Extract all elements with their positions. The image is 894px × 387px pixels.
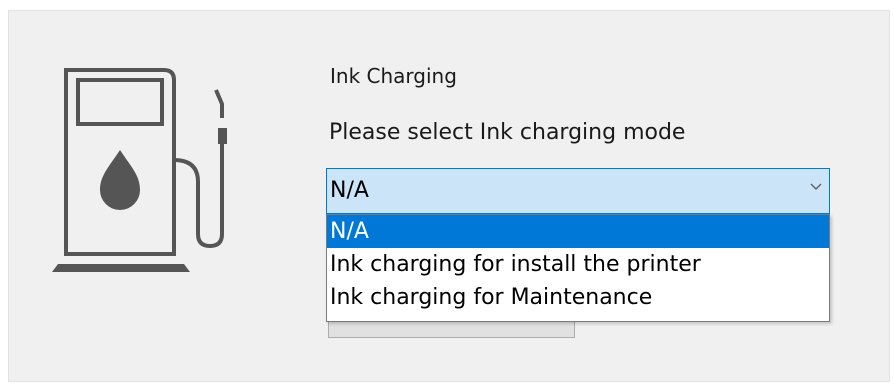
option-install-printer[interactable]: Ink charging for install the printer <box>327 248 829 281</box>
charging-mode-dropdown-list: N/A Ink charging for install the printer… <box>326 214 830 322</box>
mode-select-label: Please select Ink charging mode <box>329 120 686 145</box>
option-maintenance[interactable]: Ink charging for Maintenance <box>327 281 829 314</box>
chevron-down-icon[interactable] <box>809 179 823 193</box>
fuel-pump-icon <box>52 68 227 272</box>
page-title: Ink Charging <box>330 64 457 88</box>
select-current-value: N/A <box>330 178 369 203</box>
charging-mode-select[interactable]: N/A <box>326 168 830 214</box>
option-na[interactable]: N/A <box>327 215 829 248</box>
